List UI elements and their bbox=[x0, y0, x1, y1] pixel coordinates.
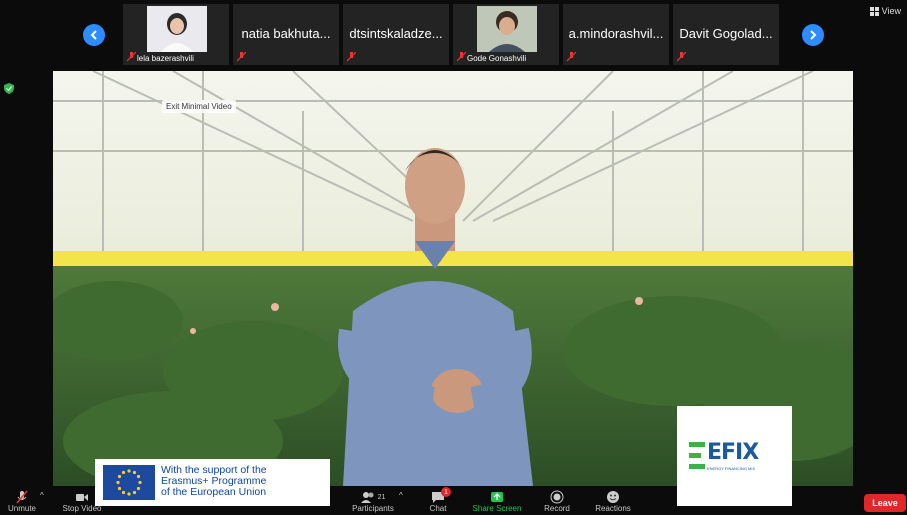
next-page-button[interactable] bbox=[802, 24, 824, 46]
avatar bbox=[147, 6, 207, 52]
muted-mic-icon bbox=[237, 52, 246, 62]
efix-wordmark: EFIX bbox=[707, 440, 759, 465]
participant-name: natia bakhuta... bbox=[241, 26, 331, 41]
share-screen-button[interactable]: Share Screen bbox=[467, 490, 527, 513]
chevron-left-icon bbox=[90, 30, 97, 40]
record-icon bbox=[550, 490, 564, 504]
grid-icon bbox=[869, 6, 879, 16]
participant-tile-4[interactable]: Gode Gonashvili bbox=[453, 4, 559, 65]
participant-caption: Gode Gonashvili bbox=[467, 54, 527, 63]
muted-mic-icon bbox=[567, 52, 576, 62]
exit-minimal-video-tooltip[interactable]: Exit Minimal Video bbox=[162, 100, 236, 113]
smiley-icon bbox=[607, 491, 619, 503]
participant-name: Davit Gogolad... bbox=[679, 26, 773, 41]
reactions-button[interactable]: Reactions bbox=[583, 490, 643, 513]
view-label: View bbox=[881, 6, 901, 16]
participants-button[interactable]: 21 Participants bbox=[343, 490, 403, 513]
participant-tile-5[interactable]: a.mindorashvil... bbox=[563, 4, 669, 65]
participant-tile-6[interactable]: Davit Gogolad... bbox=[673, 4, 779, 65]
efix-logo: EFIX ENERGY FINANCING MIX bbox=[677, 406, 792, 506]
muted-mic-icon bbox=[457, 52, 466, 62]
participants-icon bbox=[360, 492, 374, 503]
erasmus-logo: With the support of the Erasmus+ Program… bbox=[95, 459, 330, 506]
participant-tile-1[interactable]: lela bazerashvili bbox=[123, 4, 229, 65]
efix-subtitle: ENERGY FINANCING MIX bbox=[707, 466, 756, 471]
chat-button[interactable]: Chat bbox=[408, 490, 468, 513]
chevron-right-icon bbox=[810, 30, 817, 40]
unmute-button[interactable]: Unmute bbox=[0, 490, 52, 513]
participant-tile-2[interactable]: natia bakhuta... bbox=[233, 4, 339, 65]
stop-video-button[interactable]: Stop Video bbox=[52, 490, 112, 513]
muted-mic-icon bbox=[16, 490, 28, 504]
share-screen-icon bbox=[491, 492, 503, 502]
leave-button[interactable]: Leave bbox=[864, 494, 906, 512]
audio-options-chevron[interactable]: ^ bbox=[40, 491, 44, 500]
participant-caption: lela bazerashvili bbox=[137, 54, 194, 63]
video-camera-icon bbox=[76, 494, 88, 501]
efix-mark-icon bbox=[689, 442, 705, 469]
participant-name: dtsintskaladze... bbox=[349, 26, 443, 41]
chat-badge: 1 bbox=[441, 487, 451, 497]
muted-mic-icon bbox=[347, 52, 356, 62]
prev-page-button[interactable] bbox=[83, 24, 105, 46]
shield-icon bbox=[4, 83, 14, 94]
participant-tile-3[interactable]: dtsintskaladze... bbox=[343, 4, 449, 65]
participants-options-chevron[interactable]: ^ bbox=[399, 491, 403, 500]
participant-name: a.mindorashvil... bbox=[568, 26, 664, 41]
view-button[interactable]: View bbox=[869, 6, 901, 16]
avatar bbox=[477, 6, 537, 52]
muted-mic-icon bbox=[677, 52, 686, 62]
participants-count: 21 bbox=[377, 493, 386, 501]
eu-support-text: With the support of the Erasmus+ Program… bbox=[161, 464, 267, 498]
record-button[interactable]: Record bbox=[527, 490, 587, 513]
muted-mic-icon bbox=[127, 52, 136, 62]
